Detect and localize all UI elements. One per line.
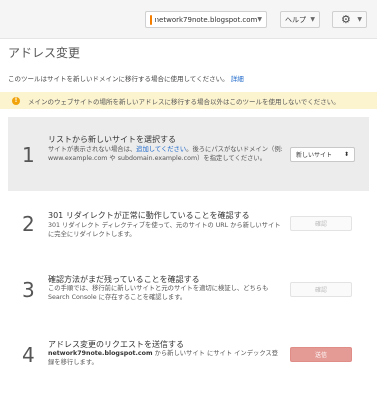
settings-button[interactable]: ⚙ ▼ [332, 11, 367, 28]
step-title: 301 リダイレクトが正常に動作していることを確認する [48, 211, 250, 220]
help-label: ヘルプ [285, 15, 306, 24]
chevron-down-icon: ▼ [357, 16, 362, 23]
step-description: この手順では、移行前に新しいサイトと元のサイトを適切に検証し、どちらも Sear… [48, 285, 269, 301]
new-site-dropdown-label: 新しいサイト [296, 152, 333, 159]
updown-arrows-icon: ⬍ [343, 151, 349, 158]
blogger-icon [150, 14, 156, 25]
step-description: 301 リダイレクト ディレクティブを使って、元のサイトの URL から新しいサ… [48, 222, 281, 238]
top-toolbar: network79note.blogspot.com ▼ ヘルプ ▼ ⚙ ▼ [0, 0, 377, 39]
submit-button[interactable]: 送信 [290, 347, 352, 362]
step-number: 4 [22, 343, 35, 367]
site-selector[interactable]: network79note.blogspot.com ▼ [145, 11, 267, 28]
verify-redirect-button[interactable]: 確認 [290, 216, 352, 231]
page-title: アドレス変更 [8, 46, 81, 60]
site-name: network79note.blogspot.com [48, 350, 153, 357]
step-title: リストから新しいサイトを選択する [48, 135, 176, 144]
step-3: 3 確認方法がまだ残っていることを確認する この手順では、移行前に新しいサイトと… [8, 265, 369, 311]
warning-text: メインのウェブサイトの場所を新しいアドレスに移行する場合以外はこのツールを使用し… [28, 97, 340, 106]
add-site-link[interactable]: 追加してください [136, 146, 186, 153]
step-description: サイトが表示されない場合は、追加してください。後ろにパスがないドメイン（例: w… [48, 146, 283, 163]
details-link[interactable]: 詳細 [231, 75, 244, 83]
step-number: 3 [22, 278, 35, 302]
chevron-down-icon: ▼ [257, 16, 262, 23]
site-selector-label: network79note.blogspot.com [154, 15, 258, 24]
verify-methods-button[interactable]: 確認 [290, 282, 352, 297]
warning-banner: ! メインのウェブサイトの場所を新しいアドレスに移行する場合以外はこのツールを使… [0, 92, 377, 109]
step-1: 1 リストから新しいサイトを選択する サイトが表示されない場合は、追加してくださ… [8, 117, 369, 191]
new-site-dropdown[interactable]: 新しいサイト ⬍ [290, 147, 355, 162]
intro-text: このツールはサイトを新しいドメインに移行する場合に使用してください。 詳細 [8, 73, 244, 83]
intro-text-body: このツールはサイトを新しいドメインに移行する場合に使用してください。 [8, 75, 229, 83]
gear-icon: ⚙ [341, 13, 351, 26]
step-2: 2 301 リダイレクトが正常に動作していることを確認する 301 リダイレクト… [8, 200, 369, 246]
step-description: network79note.blogspot.com から新しいサイト にサイト… [48, 350, 283, 367]
step-description-text: サイトが表示されない場合は、 [48, 146, 137, 153]
help-button[interactable]: ヘルプ ▼ [280, 11, 320, 28]
chevron-down-icon: ▼ [310, 16, 315, 23]
step-title: 確認方法がまだ残っていることを確認する [48, 275, 200, 284]
step-number: 2 [22, 212, 35, 236]
step-4: 4 アドレス変更のリクエストを送信する network79note.blogsp… [8, 330, 369, 376]
step-title: アドレス変更のリクエストを送信する [48, 340, 184, 349]
step-number: 1 [22, 143, 35, 167]
warning-icon: ! [12, 96, 20, 105]
